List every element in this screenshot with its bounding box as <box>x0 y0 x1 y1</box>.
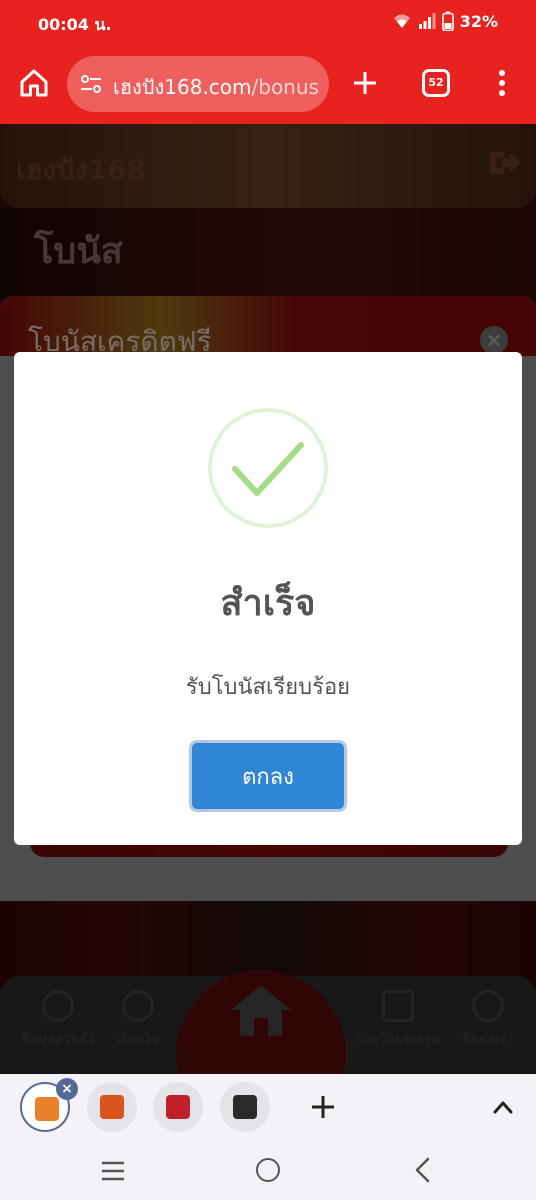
site-logo: เฮงปัง168 <box>16 153 147 186</box>
profile-icon <box>42 990 74 1022</box>
browser-toolbar: เฮงปัง168.com/bonus 52 <box>0 46 536 124</box>
site-settings-icon[interactable] <box>79 72 103 96</box>
nav-label-history: ประวัติธุรกรรม <box>356 1032 440 1047</box>
site-favicon <box>35 1097 59 1121</box>
tab-switcher-button[interactable]: 52 <box>422 69 450 97</box>
status-bar: 00:04 น. 32% <box>0 0 536 46</box>
help-icon <box>122 990 154 1022</box>
tab-thumbnail[interactable] <box>220 1082 270 1132</box>
line-chat-icon <box>472 990 504 1022</box>
tab-thumbnail[interactable] <box>87 1082 137 1132</box>
tab-strip: × <box>0 1074 536 1140</box>
new-tab-icon[interactable] <box>350 68 380 98</box>
nav-item-contact[interactable]: ติดต่อเรา <box>438 990 536 1049</box>
url-path: /bonus <box>251 75 319 99</box>
system-nav-bar <box>0 1140 536 1200</box>
logout-icon[interactable] <box>488 148 522 178</box>
battery-icon <box>441 11 454 31</box>
dialog-message: รับโบนัสเรียบร้อย <box>185 675 351 700</box>
status-icons: 32% <box>392 11 498 31</box>
nav-label-contact: ติดต่อเรา <box>462 1032 514 1047</box>
list-icon <box>382 990 414 1022</box>
success-dialog: สำเร็จ รับโบนัสเรียบร้อย ตกลง <box>14 352 522 845</box>
home-icon[interactable] <box>18 67 50 99</box>
ok-button[interactable]: ตกลง <box>192 743 344 809</box>
chevron-up-icon[interactable] <box>490 1096 516 1118</box>
site-header: เฮงปัง168 <box>0 124 536 208</box>
panel-close-icon[interactable]: × <box>480 326 508 354</box>
url-text[interactable]: เฮงปัง168.com/bonus <box>113 71 323 103</box>
status-time: 00:04 น. <box>38 15 112 34</box>
add-tab-icon[interactable] <box>310 1094 336 1120</box>
tab-thumbnail-active[interactable]: × <box>20 1078 78 1132</box>
back-icon[interactable] <box>410 1156 434 1184</box>
url-host: เฮงปัง168.com <box>113 75 252 99</box>
nav-item-history[interactable]: ประวัติธุรกรรม <box>348 990 448 1049</box>
system-home-icon[interactable] <box>256 1158 280 1182</box>
nav-home-button[interactable] <box>176 970 346 1074</box>
battery-percent: 32% <box>459 11 498 31</box>
tab-thumbnail[interactable] <box>153 1082 203 1132</box>
wifi-icon <box>393 14 410 28</box>
page-hero: โบนัส <box>0 208 536 298</box>
page-title: โบนัส <box>34 231 123 272</box>
site-favicon <box>100 1095 124 1119</box>
recent-apps-icon[interactable] <box>100 1160 126 1182</box>
success-check-icon <box>208 408 328 528</box>
more-options-icon[interactable] <box>490 68 514 98</box>
nav-label-terms: เงื่อนไข <box>116 1032 160 1047</box>
address-bar[interactable]: เฮงปัง168.com/bonus <box>67 56 329 112</box>
signal-icon <box>418 13 436 29</box>
site-favicon <box>166 1095 190 1119</box>
dialog-title: สำเร็จ <box>220 583 316 624</box>
nav-item-terms[interactable]: เงื่อนไข <box>88 990 188 1049</box>
home-icon <box>231 985 291 1036</box>
site-favicon <box>233 1095 257 1119</box>
site-bottom-nav: ข้อมูลส่วนตัว เงื่อนไข ประวัติธุรกรรม ติ… <box>0 970 536 1074</box>
close-tab-icon[interactable]: × <box>56 1078 78 1100</box>
